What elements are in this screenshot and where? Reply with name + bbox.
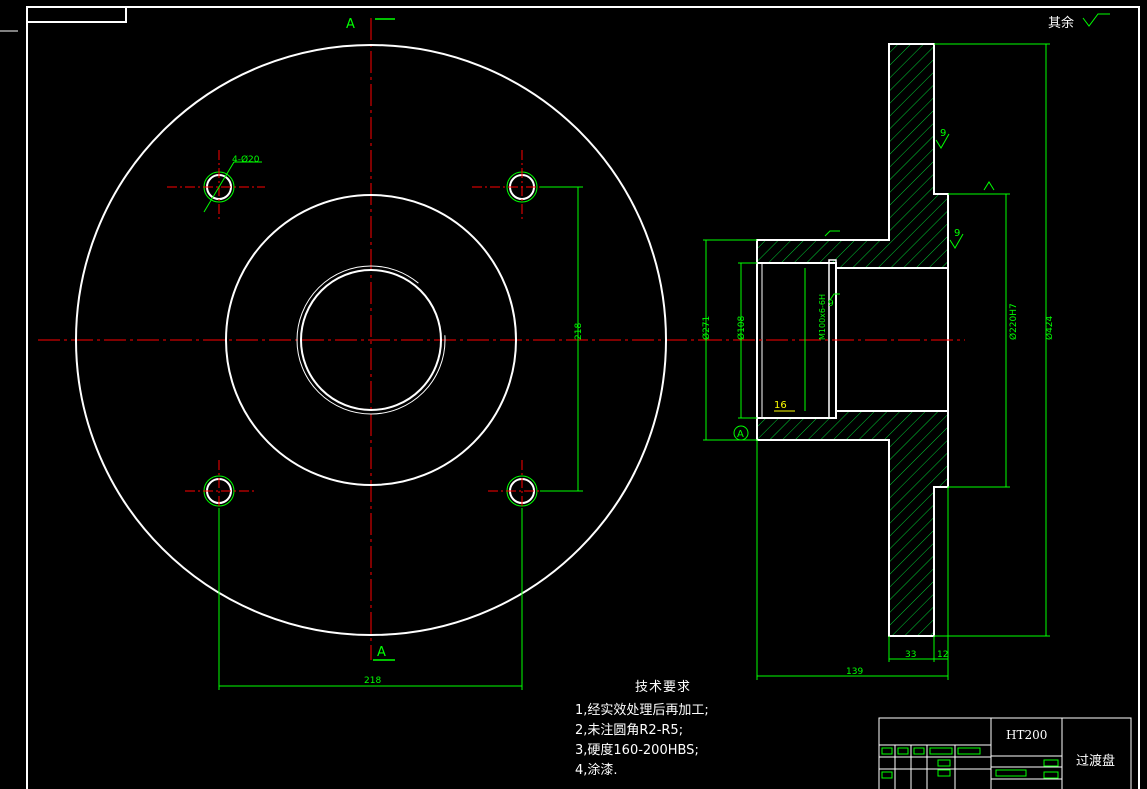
svg-text:A: A xyxy=(346,17,355,32)
svg-text:9: 9 xyxy=(828,299,834,309)
section-view: Ø271 Ø108 M100x6-6H Ø220H7 Ø424 139 33 1… xyxy=(700,43,1055,680)
svg-text:A: A xyxy=(737,429,744,440)
svg-text:12: 12 xyxy=(937,650,948,660)
general-roughness-note: 其余 xyxy=(1048,16,1075,31)
section-marker-bottom: A xyxy=(373,645,395,661)
section-upper-hatch xyxy=(756,43,949,269)
svg-text:Ø424: Ø424 xyxy=(1044,315,1055,340)
tech-req-title: 技术要求 xyxy=(635,680,692,695)
svg-text:Ø108: Ø108 xyxy=(736,315,747,340)
technical-requirements: 技术要求 1,经实效处理后再加工; 2,未注圆角R2-R5; 3,硬度160-2… xyxy=(575,676,835,781)
general-roughness-symbol xyxy=(1082,13,1110,27)
svg-text:Ø220H7: Ø220H7 xyxy=(1008,303,1019,340)
svg-text:218: 218 xyxy=(574,323,584,340)
datum-a-marker: A xyxy=(733,425,749,441)
tech-req-item: 4,涂漆. xyxy=(575,763,618,778)
tech-req-item: 2,未注圆角R2-R5; xyxy=(575,723,684,738)
part-name-label: 过渡盘 xyxy=(1076,754,1116,769)
bolt-hole-bottom-right xyxy=(488,460,560,520)
front-view: 4-Ø20 218 218 A A xyxy=(38,17,705,690)
svg-text:A: A xyxy=(377,645,386,660)
bolt-hole-bottom-left xyxy=(185,460,255,520)
material-label: HT200 xyxy=(1006,728,1048,742)
dimension-width-33-12: 33 12 xyxy=(888,636,948,662)
svg-text:218: 218 xyxy=(364,676,381,686)
chamfer-annotation: 16 xyxy=(774,400,795,412)
bolt-hole-top-right xyxy=(472,150,570,220)
svg-text:139: 139 xyxy=(846,667,863,677)
hole-callout-label: 4-Ø20 xyxy=(232,154,260,165)
dimension-vertical-218: 218 xyxy=(540,186,584,492)
svg-text:9: 9 xyxy=(940,128,946,139)
tech-req-item: 1,经实效处理后再加工; xyxy=(575,703,709,718)
tech-req-item: 3,硬度160-200HBS; xyxy=(575,743,699,758)
svg-text:9: 9 xyxy=(954,228,960,239)
svg-text:33: 33 xyxy=(905,650,916,660)
drawing-canvas: 4-Ø20 218 218 A A Ø271 Ø108 M100x6-6H Ø2… xyxy=(0,6,1140,789)
svg-text:16: 16 xyxy=(774,400,787,411)
svg-text:M100x6-6H: M100x6-6H xyxy=(818,294,827,340)
section-lower-hatch xyxy=(756,410,949,637)
svg-text:Ø271: Ø271 xyxy=(701,316,712,340)
